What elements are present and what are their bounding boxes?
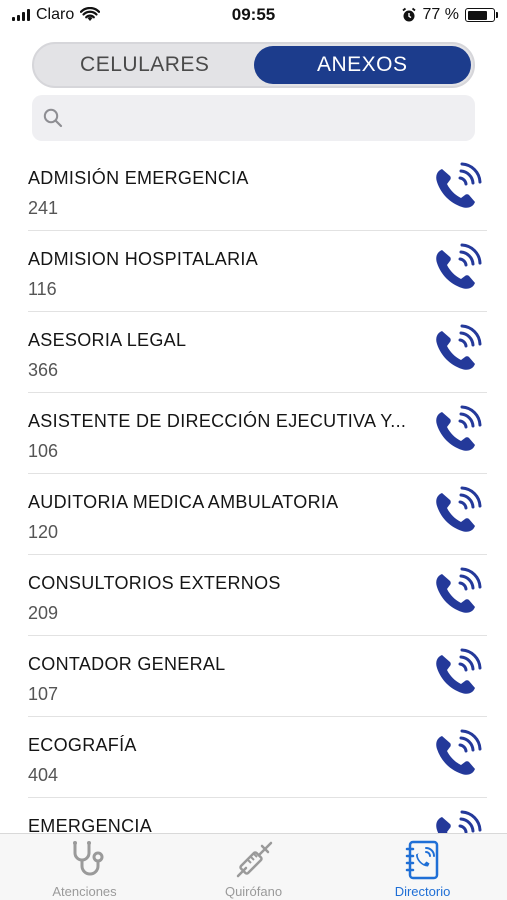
list-item[interactable]: ASESORIA LEGAL 366 [0,312,507,393]
extension-number: 366 [28,360,59,380]
segment-celulares[interactable]: CELULARES [36,46,254,84]
extension-number: 209 [28,603,59,623]
tab-label-atenciones: Atenciones [52,884,117,899]
tab-label-quirofano: Quirófano [224,884,283,899]
extension-number: 120 [28,522,59,542]
battery-percent: 77 % [422,6,459,23]
list-item[interactable]: CONTADOR GENERAL 107 [0,636,507,717]
list-item[interactable]: AUDITORIA MEDICA AMBULATORIA 120 [0,474,507,555]
list-item[interactable]: EMERGENCIA [0,798,507,833]
tab-label-directorio: Directorio [394,884,451,899]
stethoscope-icon [72,841,103,876]
contact-name: EMERGENCIA [28,816,153,833]
phone-call-icon[interactable] [430,405,482,457]
extension-number: 241 [28,198,59,218]
phone-call-icon[interactable] [430,648,482,700]
extension-number: 107 [28,684,59,704]
segmented-control: CELULARES ANEXOS [32,42,475,88]
contact-name: ADMISION HOSPITALARIA [28,249,259,269]
syringe-icon [236,841,272,878]
battery-level-fill [467,10,487,20]
phone-call-icon[interactable] [430,810,482,833]
tab-atenciones[interactable]: Atenciones [0,834,169,900]
list-item[interactable]: ADMISION HOSPITALARIA 116 [0,231,507,312]
wifi-icon [80,7,101,21]
status-time: 09:55 [231,5,276,24]
contact-name: ADMISIÓN EMERGENCIA [28,168,249,188]
list-item[interactable]: ASISTENTE DE DIRECCIÓN EJECUTIVA Y... 10… [0,393,507,474]
phone-call-icon[interactable] [430,567,482,619]
extension-number: 106 [28,441,59,461]
segment-anexos[interactable]: ANEXOS [253,46,471,84]
extension-number: 116 [28,279,57,299]
phone-call-icon[interactable] [430,162,482,214]
phone-call-icon[interactable] [430,729,482,781]
search-input[interactable] [72,108,452,128]
battery-icon [465,8,498,22]
search-bar[interactable] [32,95,475,141]
search-icon [43,108,63,128]
contact-name: CONSULTORIOS EXTERNOS [28,573,281,593]
extension-number: 404 [28,765,59,785]
tab-directorio[interactable]: Directorio [338,834,507,900]
phone-call-icon[interactable] [430,243,482,295]
alarm-clock-icon [401,7,416,22]
contact-name: AUDITORIA MEDICA AMBULATORIA [28,492,339,512]
directory-list: ADMISIÓN EMERGENCIA 241 ADMISION HOSPITA… [0,150,507,833]
status-bar: Claro 09:55 77 % [0,0,507,30]
tab-quirofano[interactable]: Quirófano [169,834,338,900]
carrier-label: Claro [36,6,75,23]
directory-phone-icon [405,840,438,880]
cellular-signal-icon [12,9,30,21]
phone-call-icon[interactable] [430,486,482,538]
list-item[interactable]: ECOGRAFÍA 404 [0,717,507,798]
tab-bar: Atenciones Quirófano Directorio [0,833,507,900]
contact-name: ASESORIA LEGAL [28,330,187,350]
list-item[interactable]: ADMISIÓN EMERGENCIA 241 [0,150,507,231]
contact-name: CONTADOR GENERAL [28,654,226,674]
phone-call-icon[interactable] [430,324,482,376]
list-item[interactable]: CONSULTORIOS EXTERNOS 209 [0,555,507,636]
contact-name: ECOGRAFÍA [28,735,137,755]
contact-name: ASISTENTE DE DIRECCIÓN EJECUTIVA Y... [28,411,407,431]
